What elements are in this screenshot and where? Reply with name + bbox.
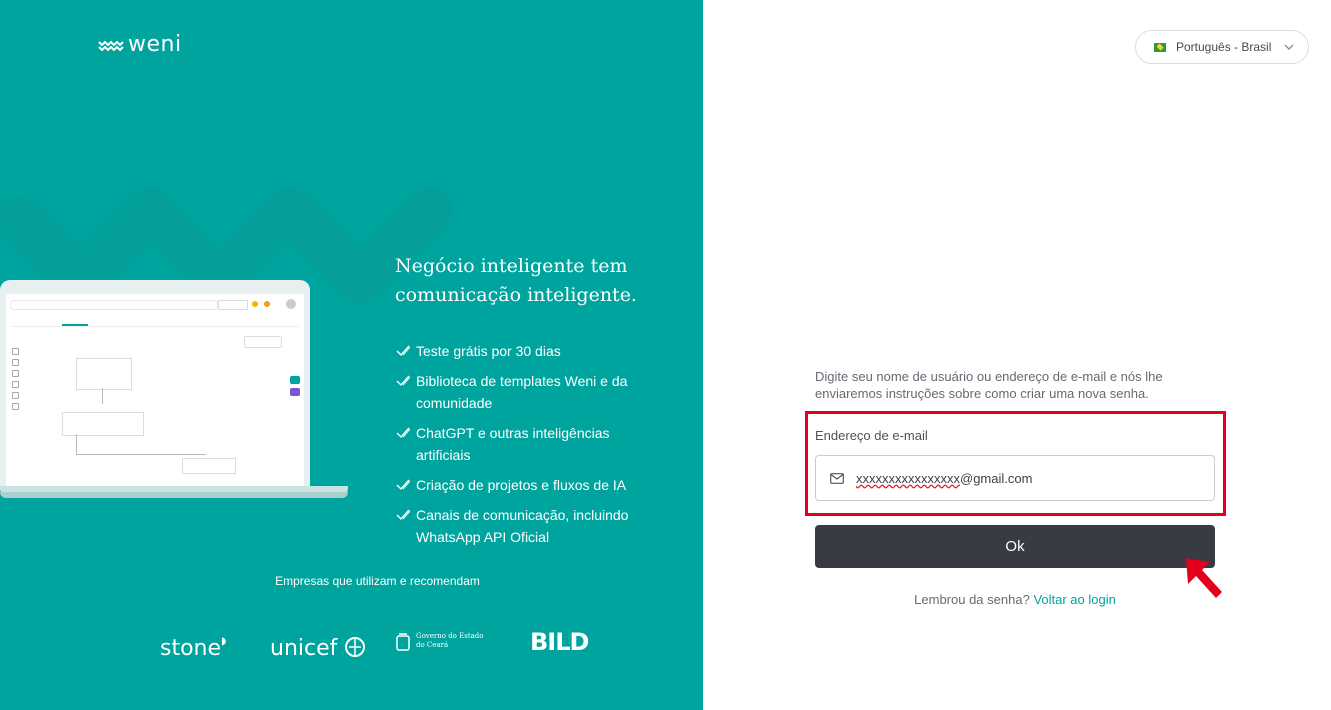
feature-text: Biblioteca de templates Weni e da comuni…	[416, 373, 628, 411]
check-icon	[396, 375, 410, 387]
preview-connector	[76, 454, 206, 455]
headline: Negócio inteligente tem comunicação inte…	[395, 255, 637, 306]
preview-search-bar	[10, 300, 218, 310]
laptop-screen	[0, 280, 310, 490]
feature-text: Criação de projetos e fluxos de IA	[416, 477, 627, 493]
logo-text: weni	[128, 32, 182, 57]
check-icon	[396, 479, 410, 491]
email-masked-part: xxxxxxxxxxxxxxxx	[856, 470, 960, 486]
mail-icon	[830, 472, 844, 484]
email-label: Endereço de e-mail	[815, 428, 928, 443]
preview-dot	[264, 301, 270, 307]
stone-logo: stone◗	[160, 636, 226, 661]
preview-tabs	[10, 314, 300, 327]
preview-avatar	[286, 299, 296, 309]
globe-icon	[345, 637, 366, 657]
ceara-logo: Governo do Estado do Ceará	[396, 632, 486, 654]
preview-button	[244, 336, 282, 348]
preview-connector	[76, 434, 77, 454]
preview-side-button	[290, 388, 300, 396]
email-domain-part: @gmail.com	[960, 470, 1033, 486]
language-selector[interactable]: Português - Brasil	[1135, 30, 1309, 64]
preview-side-button	[290, 376, 300, 384]
brazil-flag-icon	[1154, 42, 1166, 52]
unicef-logo: unicef	[270, 636, 366, 661]
preview-connector	[102, 388, 103, 404]
remember-text: Lembrou da senha?	[914, 592, 1030, 607]
feature-item: Criação de projetos e fluxos de IA	[396, 474, 656, 496]
feature-item: ChatGPT e outras inteligências artificia…	[396, 422, 656, 466]
preview-sidebar	[10, 344, 20, 414]
partner-logos: stone◗ unicef Governo do Estado do Ceará…	[160, 628, 630, 668]
preview-dot	[252, 301, 258, 307]
ceara-logo-text: Governo do Estado do Ceará	[416, 632, 484, 649]
preview-tab-active	[62, 324, 88, 326]
app-preview	[6, 294, 304, 490]
feature-text: ChatGPT e outras inteligências artificia…	[416, 425, 610, 463]
laptop-illustration	[0, 280, 350, 510]
preview-dropdown	[218, 300, 248, 310]
left-panel: weni Negócio inteligente tem comunicação…	[0, 0, 703, 710]
laptop-lip	[0, 492, 348, 498]
feature-text: Teste grátis por 30 dias	[416, 343, 561, 359]
weni-logo: weni	[98, 32, 182, 57]
preview-node-body	[62, 412, 144, 436]
bild-logo: BILD	[530, 628, 589, 656]
bild-logo-text: BILD	[530, 628, 589, 656]
stone-logo-mark: ◗	[221, 636, 227, 647]
preview-node-body	[182, 458, 236, 474]
instructions-text: Digite seu nome de usuário ou endereço d…	[815, 369, 1163, 401]
stone-logo-text: stone	[160, 636, 222, 661]
feature-text: Canais de comunicação, incluindo WhatsAp…	[416, 507, 629, 545]
email-input-value[interactable]: xxxxxxxxxxxxxxxx@gmail.com	[856, 471, 1032, 486]
coat-of-arms-icon	[396, 633, 410, 651]
check-icon	[396, 345, 410, 357]
ok-button[interactable]: Ok	[815, 525, 1215, 568]
email-field[interactable]: xxxxxxxxxxxxxxxx@gmail.com	[815, 455, 1215, 501]
language-label: Português - Brasil	[1176, 40, 1272, 54]
check-icon	[396, 427, 410, 439]
waves-icon	[98, 40, 124, 51]
chevron-down-icon	[1284, 44, 1294, 50]
check-icon	[396, 509, 410, 521]
unicef-logo-text: unicef	[270, 636, 338, 661]
feature-item: Biblioteca de templates Weni e da comuni…	[396, 370, 656, 414]
feature-item: Teste grátis por 30 dias	[396, 340, 656, 362]
partners-title: Empresas que utilizam e recomendam	[275, 574, 480, 588]
remember-password: Lembrou da senha? Voltar ao login	[815, 592, 1215, 607]
feature-item: Canais de comunicação, incluindo WhatsAp…	[396, 504, 656, 548]
preview-node-body	[76, 358, 132, 390]
feature-list: Teste grátis por 30 dias Biblioteca de t…	[396, 340, 656, 556]
back-to-login-link[interactable]: Voltar ao login	[1033, 592, 1115, 607]
